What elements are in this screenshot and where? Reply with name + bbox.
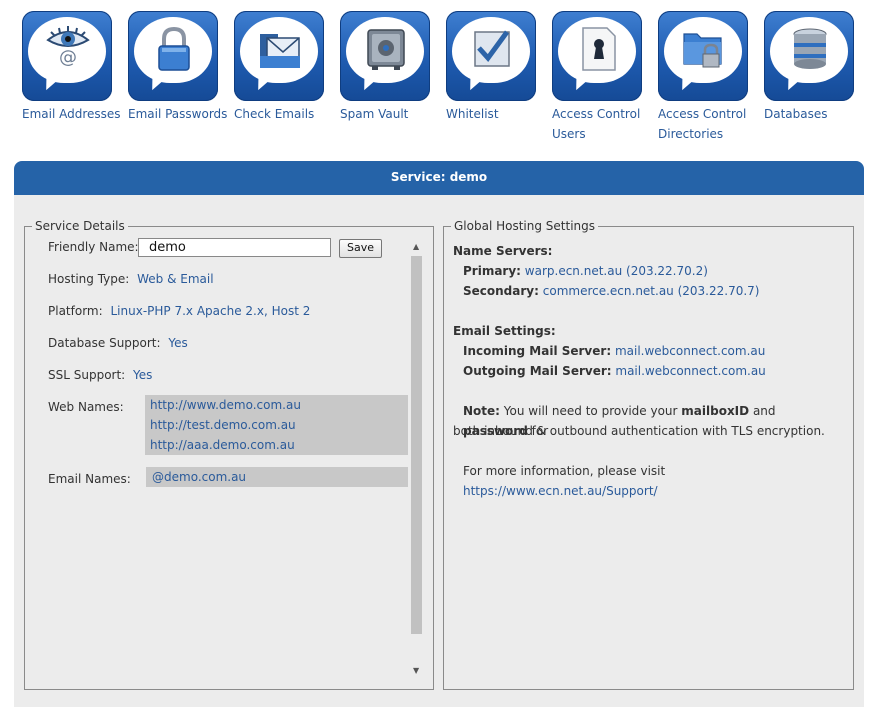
service-title-bar: Service: demo <box>14 161 864 195</box>
svg-text:@: @ <box>59 47 77 66</box>
primary-ns-row: Primary: warp.ecn.net.au (203.22.70.2) <box>463 261 708 281</box>
hosting-type-value: Web & Email <box>137 272 214 286</box>
tool-label: Access Control Directories <box>658 104 758 144</box>
keyhole-document-icon <box>582 27 616 71</box>
tool-label: Spam Vault <box>340 107 409 121</box>
service-body: Service Details Friendly Name: demo Save… <box>14 195 864 707</box>
global-hosting-legend: Global Hosting Settings <box>451 219 599 233</box>
web-name-link[interactable]: http://test.demo.com.au <box>145 415 408 435</box>
tool-access-control-directories[interactable]: Access Control Directories <box>658 11 758 144</box>
tool-label-text: Access Control Users <box>552 107 641 141</box>
more-info-row: For more information, please visit https… <box>463 461 853 501</box>
note-label: Note: <box>463 404 500 418</box>
more-info-text: For more information, please visit <box>463 464 666 478</box>
tool-whitelist[interactable]: Whitelist <box>446 11 546 124</box>
platform-value: Linux-PHP 7.x Apache 2.x, Host 2 <box>110 304 311 318</box>
database-support-row: Database Support: Yes <box>48 333 188 353</box>
icon-toolbar: @ Email Addresses Email Passwords Check … <box>0 0 874 150</box>
name-servers-heading: Name Servers: <box>453 244 553 258</box>
tool-label: Access Control Users <box>552 104 652 144</box>
hosting-type-row: Hosting Type: Web & Email <box>48 269 214 289</box>
checkmark-icon <box>474 30 510 67</box>
vault-safe-icon <box>367 29 405 70</box>
incoming-server-label: Incoming Mail Server: <box>463 344 612 358</box>
primary-ns-label: Primary: <box>463 264 521 278</box>
secondary-ns-row: Secondary: commerce.ecn.net.au (203.22.7… <box>463 281 759 301</box>
incoming-server-row: Incoming Mail Server: mail.webconnect.co… <box>463 341 765 361</box>
primary-ns-value: warp.ecn.net.au (203.22.70.2) <box>524 264 708 278</box>
note-and: and <box>752 404 776 418</box>
padlock-icon <box>158 26 190 71</box>
web-name-link[interactable]: http://aaa.demo.com.au <box>145 435 408 455</box>
outgoing-server-label: Outgoing Mail Server: <box>463 364 612 378</box>
database-support-value: Yes <box>168 336 188 350</box>
tool-spam-vault[interactable]: Spam Vault <box>340 11 440 124</box>
email-settings-heading: Email Settings: <box>453 324 556 338</box>
scroll-down-icon[interactable]: ▼ <box>413 666 419 676</box>
platform-row: Platform: Linux-PHP 7.x Apache 2.x, Host… <box>48 301 310 321</box>
tool-label: Email Passwords <box>128 107 228 121</box>
note-text: You will need to provide your <box>503 404 678 418</box>
outgoing-server-row: Outgoing Mail Server: mail.webconnect.co… <box>463 361 766 381</box>
email-name-item[interactable]: @demo.com.au <box>146 467 408 487</box>
secondary-ns-label: Secondary: <box>463 284 539 298</box>
database-support-label: Database Support: <box>48 336 161 350</box>
scroll-up-icon[interactable]: ▲ <box>413 242 419 252</box>
service-details-legend: Service Details <box>32 219 128 233</box>
web-names-list: http://www.demo.com.au http://test.demo.… <box>145 395 408 455</box>
secondary-ns-value: commerce.ecn.net.au (203.22.70.7) <box>542 284 760 298</box>
tool-label: Databases <box>764 107 828 121</box>
platform-label: Platform: <box>48 304 103 318</box>
details-scrollbar[interactable]: ▲ ▼ <box>410 239 424 681</box>
ssl-support-row: SSL Support: Yes <box>48 365 152 385</box>
tool-databases[interactable]: Databases <box>764 11 864 124</box>
eye-email-icon: @ <box>46 26 90 66</box>
envelope-folder-icon <box>260 34 300 68</box>
friendly-name-input[interactable]: demo <box>138 238 331 257</box>
ssl-support-value: Yes <box>133 368 153 382</box>
database-icon <box>793 28 827 69</box>
tool-label-text: Access Control Directories <box>658 107 747 141</box>
tool-email-passwords[interactable]: Email Passwords <box>128 11 228 124</box>
friendly-name-label: Friendly Name: <box>48 240 139 254</box>
scrollbar-thumb[interactable] <box>411 256 422 634</box>
locked-folder-icon <box>683 33 722 68</box>
hosting-type-label: Hosting Type: <box>48 272 130 286</box>
incoming-server-value: mail.webconnect.com.au <box>614 344 766 358</box>
tool-check-emails[interactable]: Check Emails <box>234 11 334 124</box>
email-names-label: Email Names: <box>48 472 131 486</box>
email-names-list: @demo.com.au <box>146 467 408 487</box>
note-continued: both inbound & outbound authentication w… <box>453 424 825 438</box>
outgoing-server-value: mail.webconnect.com.au <box>615 364 766 378</box>
service-details-panel: Service Details Friendly Name: demo Save… <box>24 219 434 690</box>
web-names-label: Web Names: <box>48 400 124 414</box>
tool-label: Whitelist <box>446 107 499 121</box>
note-mailbox: mailboxID <box>681 404 750 418</box>
support-link[interactable]: https://www.ecn.net.au/Support/ <box>463 484 658 498</box>
tool-email-addresses[interactable]: @ Email Addresses <box>22 11 122 124</box>
tool-label: Check Emails <box>234 107 315 121</box>
tool-access-control-users[interactable]: Access Control Users <box>552 11 652 144</box>
ssl-support-label: SSL Support: <box>48 368 126 382</box>
save-button[interactable]: Save <box>339 239 382 258</box>
global-hosting-panel: Global Hosting Settings Name Servers: Pr… <box>443 219 854 690</box>
web-name-link[interactable]: http://www.demo.com.au <box>145 395 408 415</box>
tool-label: Email Addresses <box>22 107 121 121</box>
